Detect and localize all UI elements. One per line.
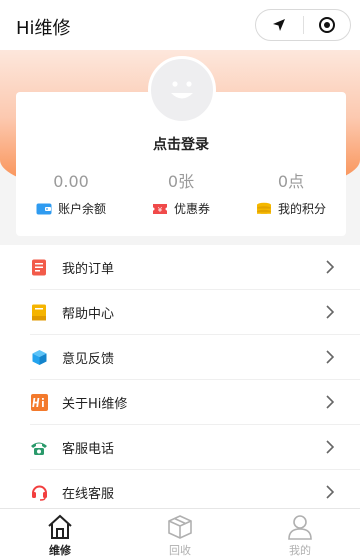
feedback-cube-icon	[30, 349, 48, 367]
mini-program-capsule	[255, 9, 351, 41]
points-label: 我的积分	[277, 202, 326, 216]
top-bar: Hi维修	[0, 0, 360, 50]
smiley-face-icon	[171, 81, 193, 99]
tab-mine[interactable]: 我的	[240, 509, 360, 560]
close-miniprogram-button[interactable]	[304, 10, 351, 40]
location-button[interactable]	[256, 10, 303, 40]
coupon-ticket-icon: ¥	[152, 203, 167, 214]
coupon-label: 优惠券	[173, 202, 210, 216]
account-stats: 0.00 账户余额 0张 ¥ 优惠券 0点 我的积分	[16, 172, 346, 222]
menu-label-help: 帮助中心	[62, 307, 115, 322]
phone-icon	[30, 439, 48, 457]
menu-item-orders[interactable]: 我的订单	[0, 245, 360, 290]
order-list-icon	[30, 259, 48, 277]
menu-list: 我的订单 帮助中心 意见反馈 关于Hi维修 客服电话 在线客服	[0, 245, 360, 515]
balance-value: 0.00	[53, 172, 89, 191]
menu-item-feedback[interactable]: 意见反馈	[0, 335, 360, 380]
tab-label-repair: 维修	[49, 544, 71, 557]
stat-balance[interactable]: 0.00 账户余额	[16, 172, 126, 222]
wallet-icon	[36, 203, 52, 214]
tab-repair[interactable]: 维修	[0, 509, 120, 560]
navigation-arrow-icon	[273, 19, 286, 31]
tab-label-recycle: 回收	[169, 544, 191, 557]
tab-recycle[interactable]: 回收	[120, 509, 240, 560]
home-icon	[48, 514, 72, 539]
app-title: Hi维修	[16, 18, 71, 39]
target-circle-icon	[318, 17, 335, 33]
balance-label: 账户余额	[57, 202, 106, 216]
coupon-value: 0张	[167, 172, 195, 191]
chevron-right-icon	[326, 350, 334, 364]
svg-text:¥: ¥	[158, 206, 163, 214]
chevron-right-icon	[326, 395, 334, 409]
menu-item-hotline[interactable]: 客服电话	[0, 425, 360, 470]
help-book-icon	[30, 304, 48, 322]
menu-item-about[interactable]: 关于Hi维修	[0, 380, 360, 425]
menu-label-feedback: 意见反馈	[62, 352, 115, 367]
avatar[interactable]	[148, 56, 216, 124]
headset-icon	[30, 484, 48, 502]
menu-label-about: 关于Hi维修	[62, 397, 128, 412]
chevron-right-icon	[326, 305, 334, 319]
stat-points[interactable]: 0点 我的积分	[236, 172, 346, 222]
user-icon	[288, 515, 312, 540]
coins-stack-icon	[256, 202, 271, 214]
menu-item-help[interactable]: 帮助中心	[0, 290, 360, 335]
bottom-tab-bar: 维修 回收 我的	[0, 508, 360, 560]
hi-logo-icon	[30, 394, 48, 412]
box-icon	[168, 515, 192, 539]
menu-label-online-service: 在线客服	[62, 487, 115, 502]
chevron-right-icon	[326, 440, 334, 454]
login-link[interactable]: 点击登录	[16, 134, 346, 154]
menu-label-orders: 我的订单	[62, 262, 115, 277]
tab-label-mine: 我的	[289, 544, 311, 557]
points-value: 0点	[277, 172, 305, 191]
menu-label-hotline: 客服电话	[62, 442, 115, 457]
chevron-right-icon	[326, 485, 334, 499]
chevron-right-icon	[326, 260, 334, 274]
stat-coupons[interactable]: 0张 ¥ 优惠券	[126, 172, 236, 222]
